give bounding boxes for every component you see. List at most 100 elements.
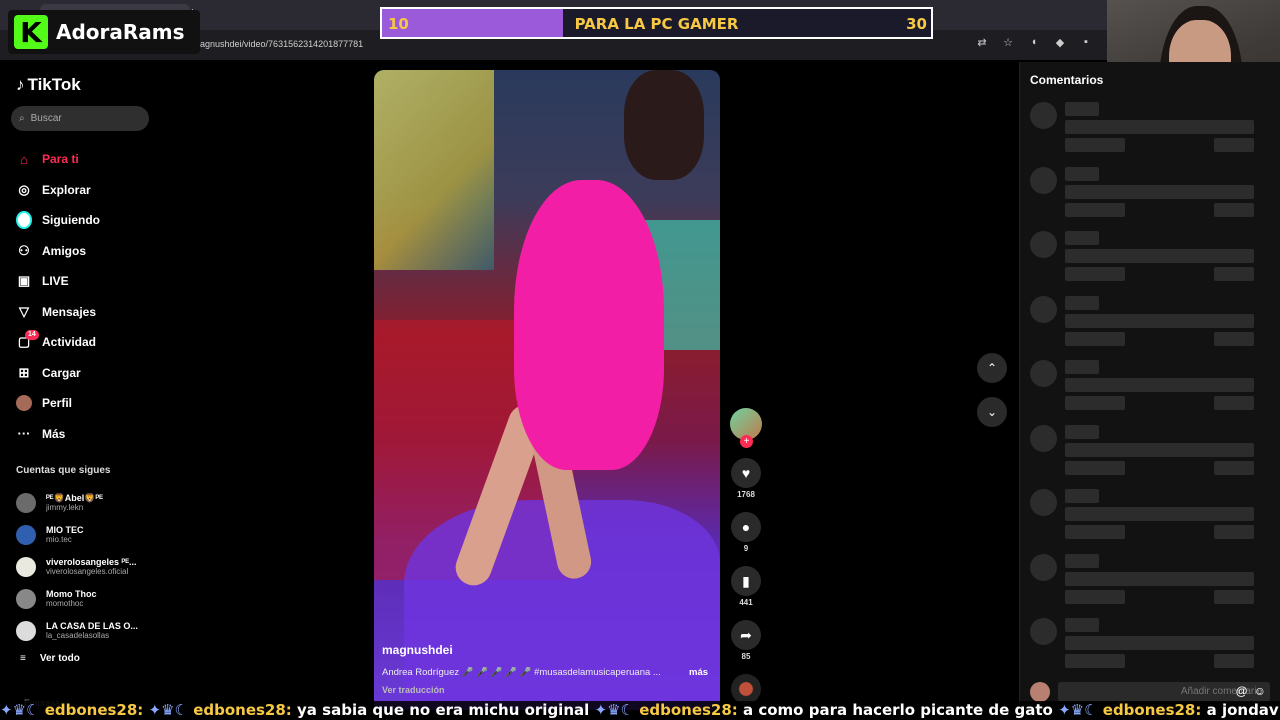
sidebar-item-label: Siguiendo: [42, 213, 100, 228]
save-button[interactable]: ▮: [731, 566, 761, 596]
search-icon: ⌕: [19, 113, 25, 124]
sidebar-item-label: Perfil: [42, 396, 73, 411]
chat-message: ya sabia que no era michu original: [297, 701, 595, 719]
sidebar-item-para-ti[interactable]: ⌂ Para ti: [16, 144, 166, 175]
goal-label: PARA LA PC GAMER: [574, 15, 739, 33]
music-disc-icon[interactable]: [731, 674, 761, 704]
chat-username: edbones28:: [639, 701, 744, 719]
sidebar-item-mensajes[interactable]: ▽ Mensajes: [16, 297, 166, 328]
avatar: [16, 557, 36, 577]
goal-target: 30: [906, 15, 927, 33]
translate-button[interactable]: Ver traducción: [382, 685, 445, 695]
donation-goal-bar: 10 PARA LA PC GAMER 30: [380, 7, 933, 39]
following-item[interactable]: Momo Thoc momothoc: [16, 583, 166, 615]
streamer-logo: K AdoraRams: [8, 10, 200, 54]
see-all-label: Ver todo: [39, 653, 80, 664]
comment-icon: ●: [741, 519, 751, 535]
sidebar-item-siguiendo[interactable]: Siguiendo: [16, 205, 166, 236]
chat-emote-icon: ✦♛☾: [594, 701, 640, 719]
sidebar-item-mas[interactable]: ··· Más: [16, 419, 166, 450]
extension-icon[interactable]: ◖: [1027, 36, 1041, 49]
share-button[interactable]: ➦: [731, 620, 761, 650]
chat-ticker: ✦♛☾ edbones28: ✦♛☾ edbones28: ya sabia q…: [0, 701, 1280, 720]
following-item[interactable]: MIO TEC mio.tec: [16, 519, 166, 551]
tiktok-logo[interactable]: ♪ TikTok: [16, 75, 81, 95]
more-icon: ···: [17, 426, 31, 442]
live-icon: ▣: [17, 273, 31, 289]
following-icon: [16, 211, 32, 230]
following-item[interactable]: viverolosangeles ᴾᴱ... viverolosangeles.o…: [16, 551, 166, 583]
sidebar-item-actividad[interactable]: ▢ 14 Actividad: [16, 327, 166, 358]
video-caption: Andrea Rodríguez 🎤 🎤 🎤 🎤 🎤 #musasdelamus…: [382, 667, 661, 678]
chat-username: edbones28:: [1102, 701, 1207, 719]
comment-skeleton: [1030, 102, 1270, 162]
tiktok-wordmark: TikTok: [27, 75, 81, 94]
avatar: [16, 589, 36, 609]
video-actions: + ♥ 1768 ● 9 ▮ 441 ➦ 85: [728, 408, 764, 704]
extension-icon[interactable]: ▪: [1079, 36, 1093, 49]
following-text: LA CASA DE LAS O... la_casadelasollas: [46, 621, 138, 641]
sidebar-item-label: Amigos: [42, 243, 87, 258]
follow-plus-icon[interactable]: +: [740, 435, 753, 448]
caption-more-button[interactable]: más: [689, 667, 708, 678]
chat-username: edbones28:: [193, 701, 298, 719]
user-avatar: [1030, 682, 1050, 702]
comment-skeleton: [1030, 424, 1270, 485]
sidebar-item-cargar[interactable]: ⊞ Cargar: [16, 358, 166, 389]
sidebar-item-label: Mensajes: [42, 304, 97, 319]
comment-skeleton: [1030, 553, 1270, 614]
following-handle: la_casadelasollas: [46, 631, 110, 640]
next-video-button[interactable]: ⌄: [977, 397, 1007, 427]
following-item[interactable]: ᴾᴱ🦁Abel🦁ᴾᴱ jimmy.lekn: [16, 487, 166, 519]
previous-video-button[interactable]: ⌃: [977, 353, 1007, 383]
following-name: LA CASA DE LAS O...: [46, 621, 138, 631]
comment-button[interactable]: ●: [731, 512, 761, 542]
messages-icon: ▽: [19, 303, 29, 319]
like-button[interactable]: ♥: [731, 458, 761, 488]
sidebar-item-label: Para ti: [42, 152, 79, 167]
sidebar-item-label: Más: [42, 426, 66, 441]
sidebar-item-label: Cargar: [42, 365, 81, 380]
comment-input[interactable]: Añadir comentario @ ☺: [1058, 682, 1270, 702]
kick-logo-icon: K: [14, 15, 48, 49]
see-all-button[interactable]: ≡ Ver todo: [20, 653, 80, 664]
star-icon[interactable]: ☆: [1001, 36, 1015, 49]
comment-skeleton: [1030, 231, 1270, 291]
comment-skeleton: [1030, 618, 1270, 678]
video-player[interactable]: magnushdei Andrea Rodríguez 🎤 🎤 🎤 🎤 🎤 #m…: [374, 70, 720, 710]
home-icon: ⌂: [20, 151, 28, 167]
sidebar-item-explorar[interactable]: ◎ Explorar: [16, 175, 166, 206]
chat-message: a como para hacerlo picante de gato: [743, 701, 1059, 719]
chat-username: edbones28:: [44, 701, 149, 719]
profile-avatar: [16, 395, 32, 412]
search-input[interactable]: ⌕ Buscar: [11, 106, 149, 131]
mention-icon[interactable]: @: [1236, 684, 1248, 698]
share-icon: ➦: [740, 626, 752, 643]
friends-icon: ⚇: [18, 242, 30, 258]
comment-skeleton: [1030, 489, 1270, 549]
comment-skeleton: [1030, 166, 1270, 227]
sidebar-item-amigos[interactable]: ⚇ Amigos: [16, 236, 166, 267]
sidebar-item-label: LIVE: [42, 274, 69, 289]
like-count: 1768: [737, 490, 755, 499]
comment-count: 9: [743, 544, 749, 553]
activity-badge: 14: [25, 330, 39, 340]
chat-emote-icon: ✦♛☾: [148, 701, 194, 719]
video-author[interactable]: magnushdei: [382, 643, 453, 657]
following-item[interactable]: LA CASA DE LAS O... la_casadelasollas: [16, 615, 166, 647]
sidebar-item-perfil[interactable]: Perfil: [16, 388, 166, 419]
save-count: 441: [739, 598, 753, 607]
extension-icon[interactable]: ◆: [1053, 36, 1067, 49]
following-name: viverolosangeles ᴾᴱ...: [46, 557, 137, 567]
avatar: [16, 493, 36, 513]
search-placeholder: Buscar: [30, 113, 62, 124]
emoji-icon[interactable]: ☺: [1254, 684, 1266, 698]
chevron-up-icon: ⌃: [986, 361, 998, 375]
url-text[interactable]: agnushdei/video/7631562314201877781: [200, 39, 363, 49]
following-handle: momothoc: [46, 599, 84, 608]
comment-skeleton: [1030, 360, 1270, 420]
sidebar-item-label: Explorar: [42, 182, 91, 197]
creator-avatar[interactable]: +: [730, 408, 762, 448]
translate-icon[interactable]: ⇄: [975, 36, 989, 49]
sidebar-item-live[interactable]: ▣ LIVE: [16, 266, 166, 297]
